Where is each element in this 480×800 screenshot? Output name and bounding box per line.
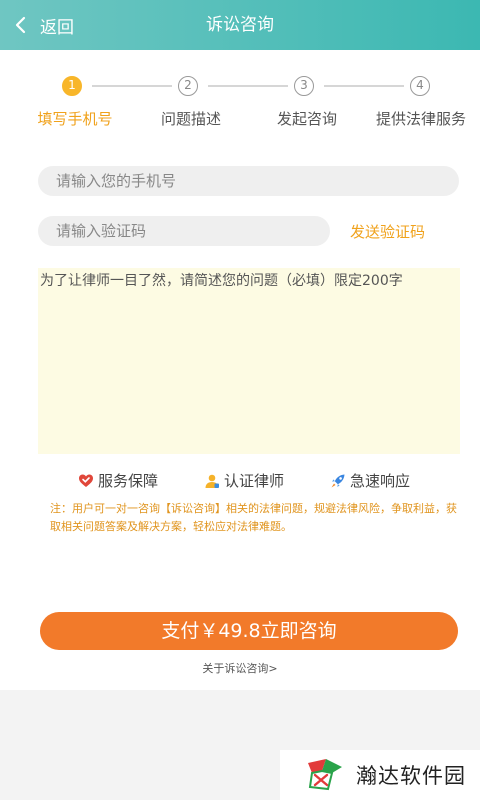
pay-consult-button[interactable]: 支付￥49.8立即咨询: [40, 612, 458, 650]
step-connector: [208, 85, 288, 87]
send-code-button[interactable]: 发送验证码: [350, 221, 425, 242]
watermark: 瀚达软件园: [280, 750, 480, 800]
page-title: 诉讼咨询: [206, 15, 274, 35]
about-consultation-link[interactable]: 关于诉讼咨询>: [0, 660, 480, 676]
feature-certified: 认证律师: [204, 470, 284, 491]
feature-fast: 急速响应: [330, 470, 410, 491]
question-textarea[interactable]: 为了让律师一目了然，请简述您的问题（必填）限定200字: [38, 268, 460, 454]
step-label-2: 问题描述: [160, 110, 222, 128]
feature-fast-label: 急速响应: [350, 472, 411, 490]
notice-text: 注：用户可一对一咨询【诉讼咨询】相关的法律问题，规避法律风险，争取利益，获取相关…: [50, 502, 457, 533]
heart-shield-icon: [79, 474, 93, 487]
feature-service: 服务保障: [78, 470, 158, 491]
watermark-logo-icon: [308, 759, 342, 791]
watermark-text: 瀚达软件园: [356, 764, 466, 788]
rocket-icon: [331, 474, 345, 487]
step-label-1: 填写手机号: [37, 110, 113, 128]
verification-code-input[interactable]: 请输入验证码: [38, 216, 330, 246]
phone-input[interactable]: 请输入您的手机号: [38, 166, 459, 196]
feature-service-label: 服务保障: [98, 472, 159, 490]
step-label-3: 发起咨询: [276, 110, 338, 128]
step-connector: [324, 85, 404, 87]
feature-badges: 服务保障 认证律师 急速响应: [0, 470, 480, 490]
step-circle-3: 3: [294, 76, 314, 96]
step-circle-2: 2: [178, 76, 198, 96]
step-circle-1: 1: [62, 76, 82, 96]
step-connector: [92, 85, 172, 87]
step-circle-4: 4: [410, 76, 430, 96]
header-bar: 返回 诉讼咨询: [0, 0, 480, 50]
user-icon: [205, 474, 219, 488]
feature-certified-label: 认证律师: [224, 472, 285, 490]
step-label-4: 提供法律服务: [375, 110, 467, 128]
